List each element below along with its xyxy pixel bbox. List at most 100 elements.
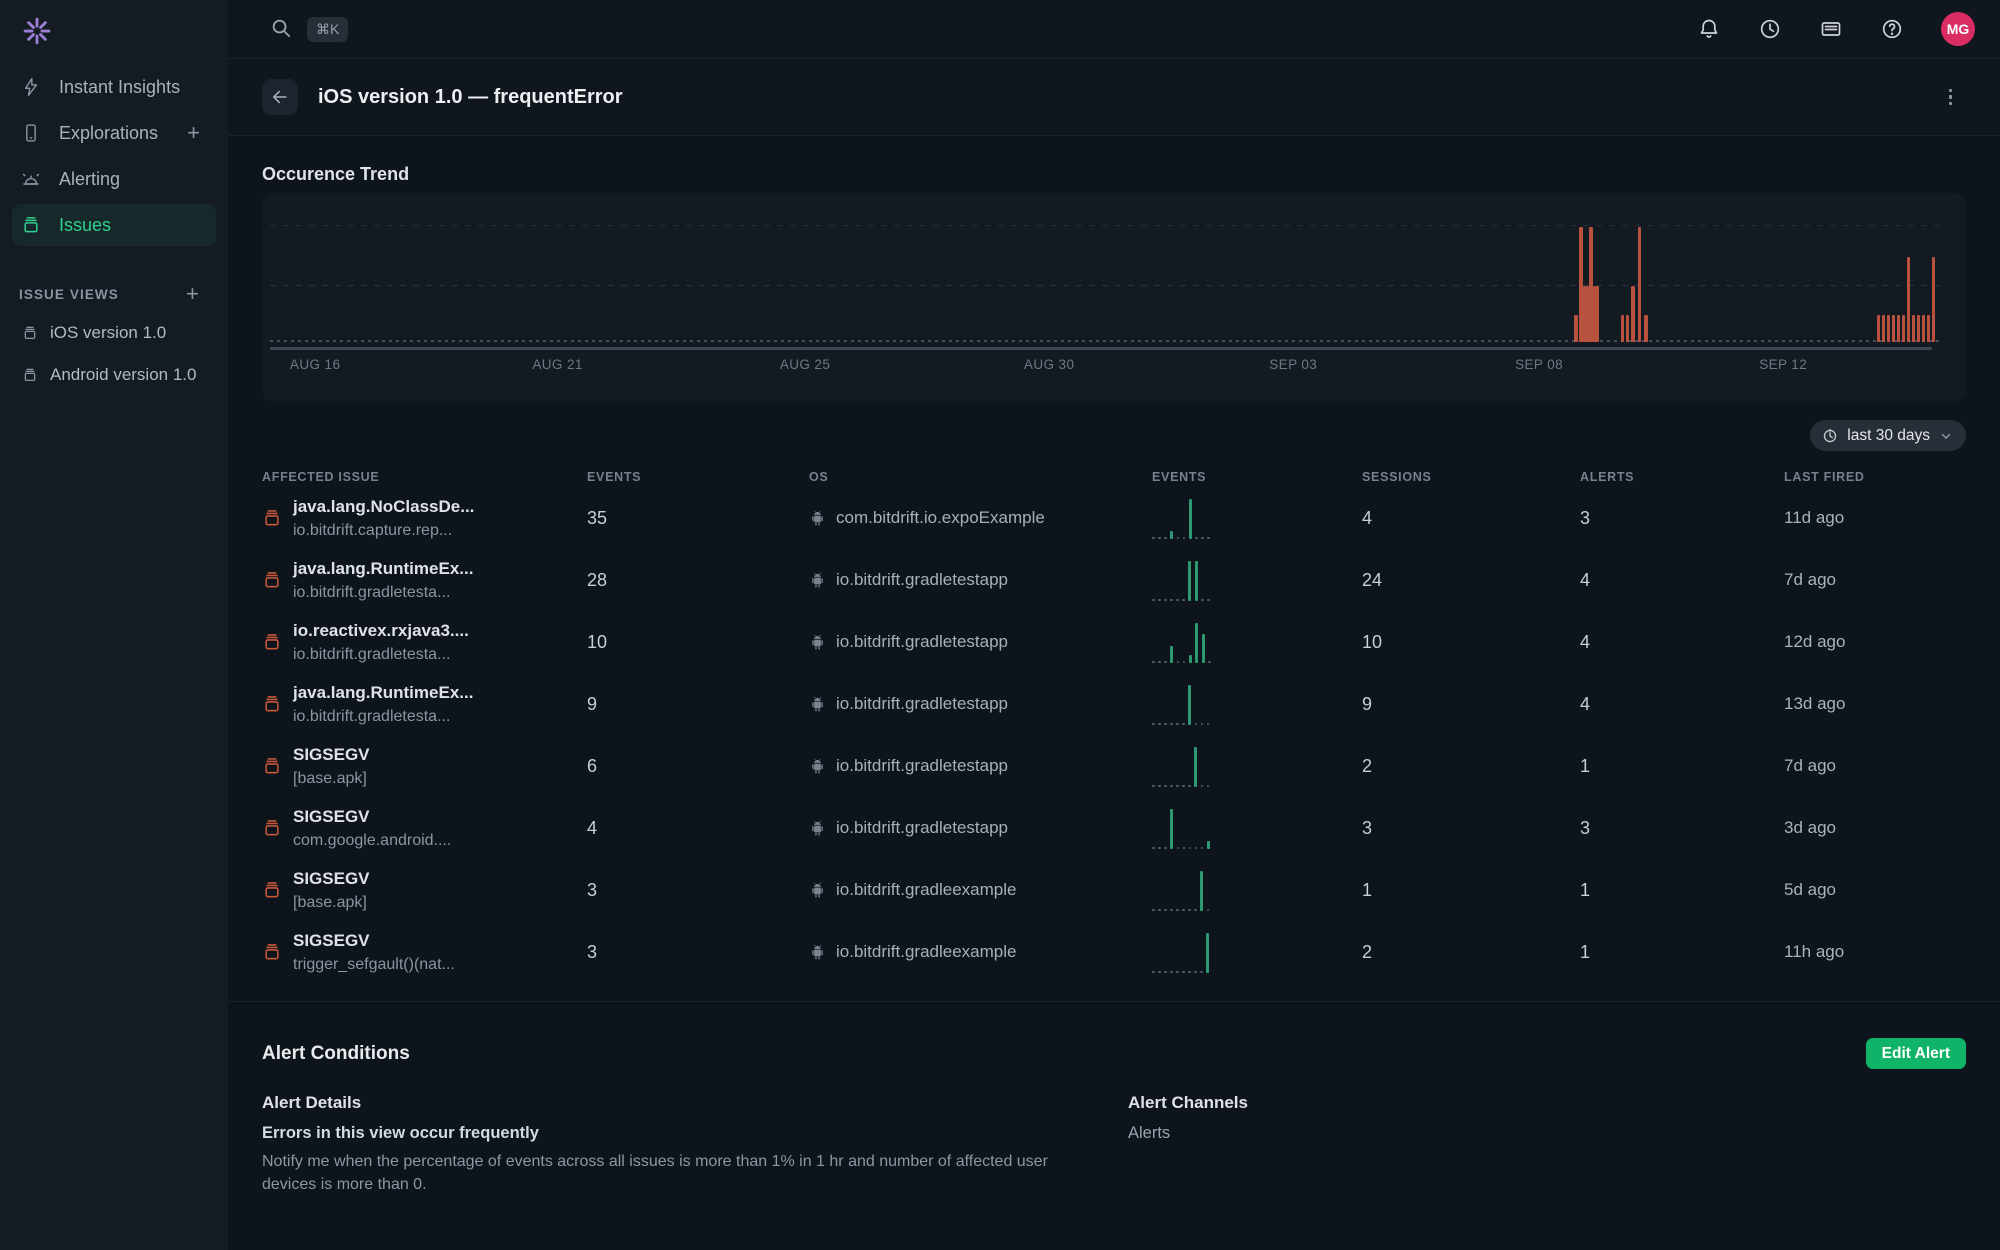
- sessions-count: 24: [1362, 570, 1580, 591]
- sidebar-item-label: Explorations: [59, 123, 158, 144]
- sidebar-item-label: Instant Insights: [59, 77, 180, 98]
- sidebar-item-android-version[interactable]: Android version 1.0: [0, 354, 228, 396]
- os-app-id: io.bitdrift.gradletestapp: [836, 756, 1008, 776]
- table-row[interactable]: SIGSEGV [base.apk] 3 io.bitdrift.gradlee…: [262, 859, 1966, 921]
- chart-plot: AUG 16AUG 21AUG 25AUG 30SEP 03SEP 08SEP …: [270, 193, 1942, 401]
- android-icon: [809, 695, 826, 714]
- issue-subtitle: io.bitdrift.capture.rep...: [293, 522, 474, 540]
- table-row[interactable]: SIGSEGV [base.apk] 6 io.bitdrift.gradlet…: [262, 735, 1966, 797]
- alert-channels-column: Alert Channels Alerts: [1128, 1093, 1966, 1196]
- issue-text: io.reactivex.rxjava3.... io.bitdrift.gra…: [293, 621, 469, 664]
- keyboard-icon[interactable]: [1819, 17, 1843, 41]
- sidebar-item-issues[interactable]: Issues: [12, 204, 216, 246]
- issue-box-icon: [262, 508, 282, 528]
- table-row[interactable]: SIGSEGV com.google.android.... 4 io.bitd…: [262, 797, 1966, 859]
- issue-view-label: Android version 1.0: [50, 365, 196, 385]
- table-row[interactable]: io.reactivex.rxjava3.... io.bitdrift.gra…: [262, 611, 1966, 673]
- chevron-down-icon: [1939, 429, 1953, 443]
- sessions-count: 2: [1362, 942, 1580, 963]
- table-row[interactable]: java.lang.NoClassDe... io.bitdrift.captu…: [262, 487, 1966, 549]
- sessions-count: 4: [1362, 508, 1580, 529]
- chart-axis-line: [270, 347, 1932, 350]
- alerts-count: 4: [1580, 570, 1784, 591]
- global-search[interactable]: ⌘K: [270, 17, 348, 42]
- issue-text: java.lang.RuntimeEx... io.bitdrift.gradl…: [293, 559, 473, 602]
- android-icon: [809, 819, 826, 838]
- col-header-alerts: ALERTS: [1580, 470, 1784, 484]
- page-title: iOS version 1.0 — frequentError: [318, 86, 623, 109]
- alerts-count: 4: [1580, 694, 1784, 715]
- add-issue-view-button[interactable]: +: [186, 281, 200, 307]
- issue-text: SIGSEGV [base.apk]: [293, 869, 370, 912]
- last-fired-value: 11h ago: [1784, 942, 1966, 962]
- sidebar-item-explorations[interactable]: Explorations +: [0, 110, 228, 156]
- kebab-menu-icon[interactable]: [1949, 89, 1953, 106]
- lightning-icon: [20, 76, 42, 98]
- alert-conditions-header: Alert Conditions Edit Alert: [262, 1038, 1966, 1069]
- sessions-count: 9: [1362, 694, 1580, 715]
- last-fired-value: 7d ago: [1784, 570, 1966, 590]
- sidebar-item-ios-version[interactable]: iOS version 1.0: [0, 312, 228, 354]
- issue-box-icon: [262, 570, 282, 590]
- alert-conditions-body: Alert Details Errors in this view occur …: [262, 1093, 1966, 1196]
- col-header-last-fired: LAST FIRED: [1784, 470, 1966, 484]
- col-header-events-spark: EVENTS: [1152, 470, 1362, 484]
- last-fired-value: 12d ago: [1784, 632, 1966, 652]
- sessions-count: 1: [1362, 880, 1580, 901]
- os-app-id: io.bitdrift.gradleexample: [836, 942, 1016, 962]
- col-header-sessions: SESSIONS: [1362, 470, 1580, 484]
- user-avatar[interactable]: MG: [1941, 12, 1975, 46]
- alarm-icon: [20, 168, 42, 190]
- phone-icon: [20, 122, 42, 144]
- issue-subtitle: [base.apk]: [293, 770, 370, 788]
- issue-subtitle: io.bitdrift.gradletesta...: [293, 708, 473, 726]
- issue-subtitle: [base.apk]: [293, 894, 370, 912]
- events-sparkline: [1152, 621, 1222, 663]
- issue-text: SIGSEGV [base.apk]: [293, 745, 370, 788]
- add-exploration-button[interactable]: +: [187, 120, 200, 146]
- table-row[interactable]: java.lang.RuntimeEx... io.bitdrift.gradl…: [262, 673, 1966, 735]
- box-icon: [22, 367, 39, 384]
- gridline: [270, 225, 1942, 226]
- alerts-count: 1: [1580, 756, 1784, 777]
- issue-text: SIGSEGV com.google.android....: [293, 807, 451, 850]
- events-count: 10: [587, 632, 809, 653]
- events-sparkline: [1152, 683, 1222, 725]
- alert-details-column: Alert Details Errors in this view occur …: [262, 1093, 1128, 1196]
- last-fired-value: 13d ago: [1784, 694, 1966, 714]
- issue-title: java.lang.RuntimeEx...: [293, 559, 473, 579]
- events-count: 3: [587, 880, 809, 901]
- edit-alert-button[interactable]: Edit Alert: [1866, 1038, 1966, 1069]
- clock-icon[interactable]: [1758, 17, 1782, 41]
- page-titlebar: iOS version 1.0 — frequentError: [228, 59, 2000, 136]
- alert-rule-description: Notify me when the percentage of events …: [262, 1150, 1080, 1196]
- date-range-value: last 30 days: [1847, 427, 1930, 445]
- last-fired-value: 7d ago: [1784, 756, 1966, 776]
- sidebar-item-alerting[interactable]: Alerting: [0, 156, 228, 202]
- issues-table-body: java.lang.NoClassDe... io.bitdrift.captu…: [262, 487, 1966, 983]
- bell-icon[interactable]: [1697, 17, 1721, 41]
- table-row[interactable]: java.lang.RuntimeEx... io.bitdrift.gradl…: [262, 549, 1966, 611]
- events-count: 28: [587, 570, 809, 591]
- date-range-dropdown[interactable]: last 30 days: [1810, 420, 1966, 451]
- issue-box-icon: [262, 694, 282, 714]
- events-sparkline: [1152, 559, 1222, 601]
- issue-text: java.lang.NoClassDe... io.bitdrift.captu…: [293, 497, 474, 540]
- android-icon: [809, 571, 826, 590]
- table-row[interactable]: SIGSEGV trigger_sefgault()(nat... 3 io.b…: [262, 921, 1966, 983]
- issue-subtitle: io.bitdrift.gradletesta...: [293, 646, 469, 664]
- main-area: ⌘K MG iOS versi: [228, 0, 2000, 1250]
- issue-title: SIGSEGV: [293, 931, 455, 951]
- app-window: Instant Insights Explorations + Alerting: [0, 0, 2000, 1250]
- alerts-count: 4: [1580, 632, 1784, 653]
- back-button[interactable]: [262, 79, 298, 115]
- search-icon[interactable]: [270, 17, 294, 41]
- sidebar-item-instant-insights[interactable]: Instant Insights: [0, 64, 228, 110]
- sessions-count: 3: [1362, 818, 1580, 839]
- help-icon[interactable]: [1880, 17, 1904, 41]
- alert-channel-value: Alerts: [1128, 1124, 1966, 1143]
- sessions-count: 10: [1362, 632, 1580, 653]
- gridline: [270, 285, 1942, 286]
- brand-logo[interactable]: [0, 0, 228, 62]
- issue-title: java.lang.RuntimeEx...: [293, 683, 473, 703]
